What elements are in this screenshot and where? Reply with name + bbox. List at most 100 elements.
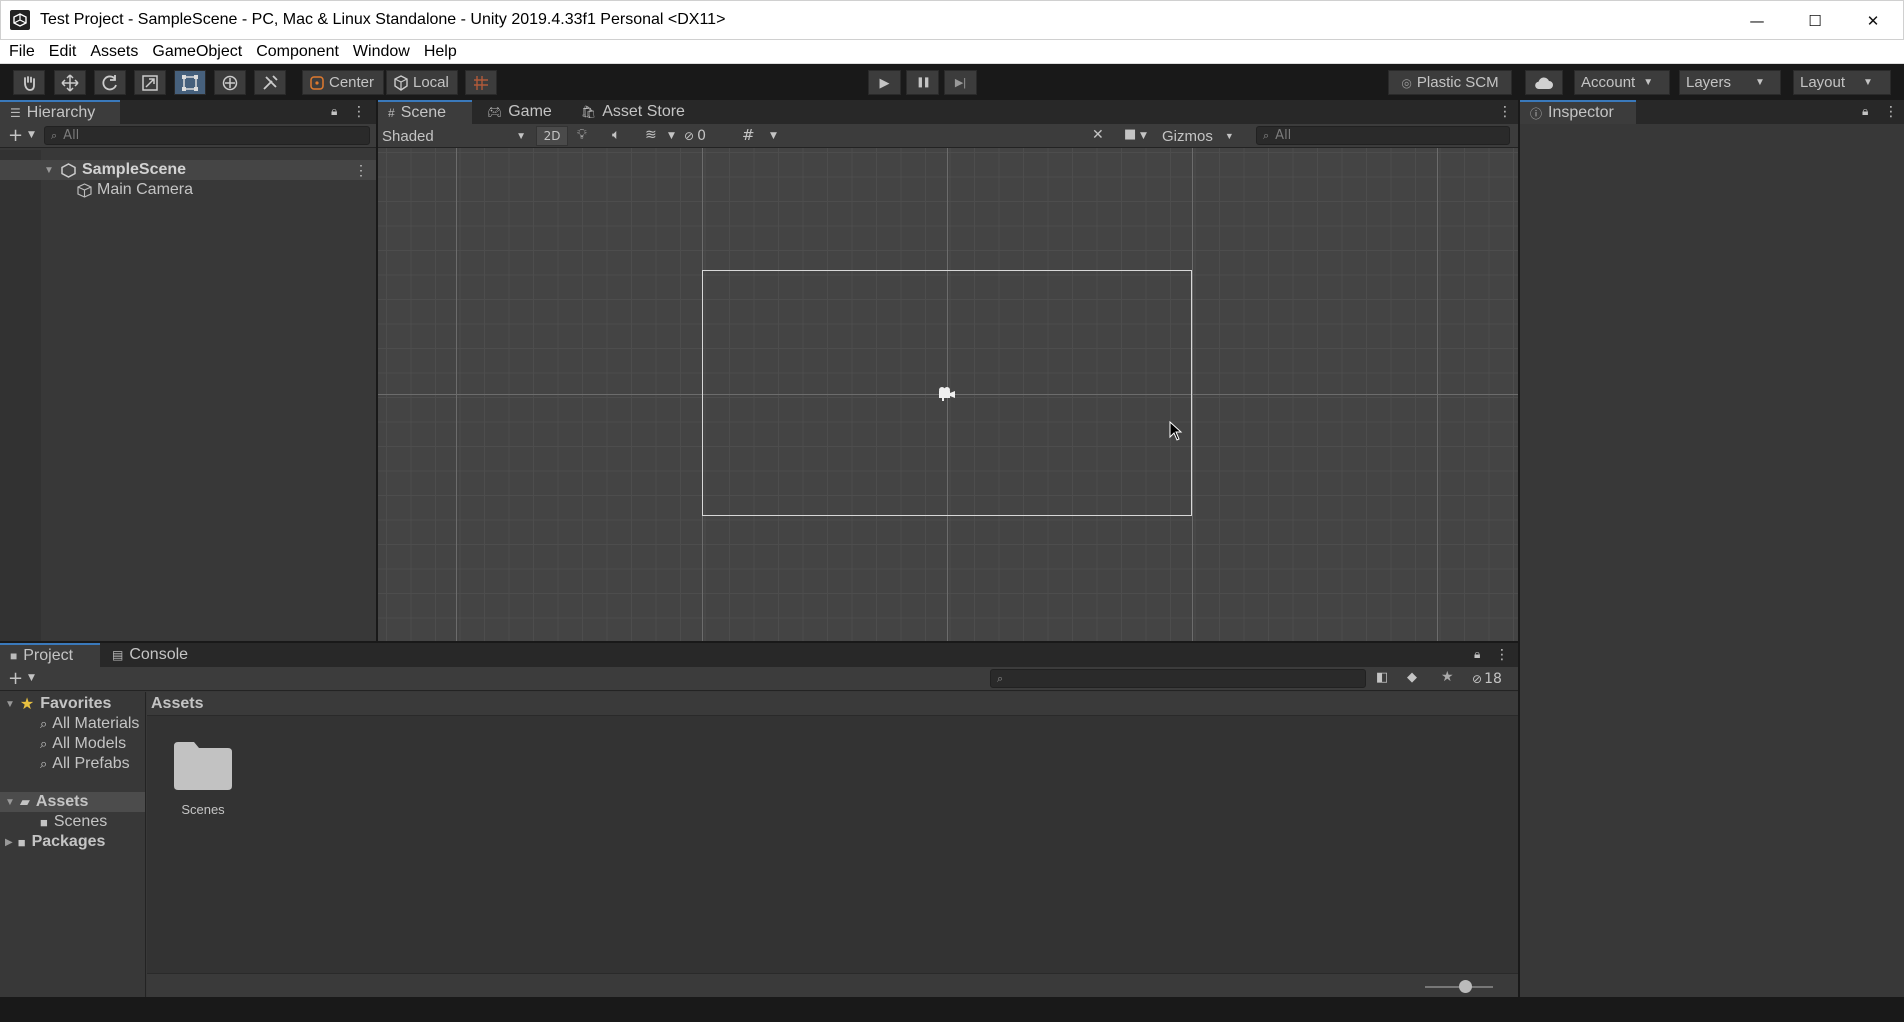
dropdown-arrow-icon[interactable]: ▼ [28, 130, 35, 140]
menu-assets[interactable]: Assets [83, 40, 145, 64]
favorite-item[interactable]: ⌕ All Materials [40, 714, 139, 734]
panel-menu-icon[interactable]: ⋮ [1495, 647, 1509, 663]
inspector-panel: ⓘ Inspector 🔒︎ ⋮ [1520, 100, 1904, 997]
lock-icon[interactable]: 🔒︎ [1862, 104, 1868, 119]
dropdown-arrow-icon[interactable]: ▼ [668, 131, 675, 141]
effects-layers-icon[interactable]: ≋ [645, 127, 657, 143]
pivot-center-toggle[interactable]: Center [302, 70, 384, 95]
layout-dropdown[interactable]: Layout ▼ [1793, 70, 1891, 95]
audio-speaker-icon[interactable]: 🔈︎ [612, 127, 620, 143]
cloud-button[interactable] [1525, 70, 1563, 95]
scene-menu-icon[interactable]: ⋮ [354, 162, 368, 179]
lock-icon[interactable]: 🔒︎ [1474, 647, 1480, 662]
collapse-arrow-icon[interactable]: ▶ [5, 837, 13, 848]
pivot-space-toggle[interactable]: Local [386, 70, 458, 95]
tab-inspector[interactable]: ⓘ Inspector [1520, 100, 1636, 124]
local-space-icon [394, 74, 408, 91]
hierarchy-list-icon: ☰ [10, 106, 21, 120]
expand-arrow-icon[interactable]: ▼ [5, 699, 15, 710]
move-tool-icon [61, 73, 79, 92]
menu-file[interactable]: File [0, 40, 42, 64]
menu-gameobject[interactable]: GameObject [145, 40, 249, 64]
gizmos-dropdown[interactable]: Gizmos ▼ [1162, 126, 1234, 146]
favorites-row[interactable]: ▼ ★ Favorites [0, 694, 111, 714]
menu-help[interactable]: Help [417, 40, 464, 64]
layers-dropdown[interactable]: Layers ▼ [1679, 70, 1781, 95]
shading-mode-dropdown[interactable]: Shaded ▼ [382, 126, 530, 146]
account-dropdown[interactable]: Account ▼ [1574, 70, 1670, 95]
plastic-scm-button[interactable]: ◎ Plastic SCM [1388, 70, 1512, 95]
hidden-packages-toggle[interactable]: ⊘ 18 [1472, 669, 1502, 689]
transform-tool-button[interactable] [214, 70, 246, 95]
dropdown-arrow-icon[interactable]: ▼ [28, 673, 35, 683]
project-search-input[interactable]: ⌕ [990, 669, 1366, 688]
create-plus-icon[interactable]: + [8, 668, 23, 689]
expand-arrow-icon[interactable]: ▼ [44, 165, 54, 176]
breadcrumb[interactable]: Assets [147, 692, 1518, 716]
panel-menu-icon[interactable]: ⋮ [352, 104, 366, 120]
create-plus-icon[interactable]: + [8, 125, 23, 146]
grid-visibility-icon[interactable]: # [742, 126, 755, 144]
close-button[interactable]: ✕ [1844, 1, 1902, 41]
minimize-icon: — [1749, 12, 1765, 30]
menu-component[interactable]: Component [249, 40, 346, 64]
project-tabstrip: ■ Project ▤ Console 🔒︎ ⋮ [0, 643, 1518, 667]
zoom-slider-thumb[interactable] [1459, 980, 1472, 993]
expand-arrow-icon[interactable]: ▼ [5, 797, 15, 808]
scene-view-panel: # Scene 🎮︎ Game 🛍︎ Asset Store ⋮ Shaded … [378, 100, 1518, 641]
pivot-icon [310, 75, 324, 90]
lock-icon[interactable]: 🔒︎ [331, 104, 337, 119]
subfolder-label: Scenes [53, 813, 108, 830]
rotate-tool-button[interactable] [94, 70, 126, 95]
scene-viewport[interactable] [378, 148, 1518, 641]
tab-game[interactable]: 🎮︎ Game [477, 100, 562, 124]
scale-tool-button[interactable] [134, 70, 166, 95]
tab-console[interactable]: ▤ Console [102, 643, 198, 667]
maximize-button[interactable]: ☐ [1786, 1, 1844, 41]
favorite-item[interactable]: ⌕ All Prefabs [40, 754, 130, 774]
pause-button[interactable]: ❚❚ [906, 70, 939, 95]
2d-mode-toggle[interactable]: 2D [536, 126, 568, 146]
panel-menu-icon[interactable]: ⋮ [1884, 104, 1898, 120]
search-placeholder: All [1275, 128, 1292, 143]
search-icon: ⌕ [40, 756, 48, 771]
rect-tool-button[interactable] [174, 70, 206, 95]
favorite-item[interactable]: ⌕ All Models [40, 734, 126, 754]
move-tool-button[interactable] [54, 70, 86, 95]
tab-project[interactable]: ■ Project [0, 643, 100, 667]
favorite-star-icon[interactable]: ★ [1441, 669, 1454, 685]
mouse-cursor-icon [1169, 421, 1183, 441]
hierarchy-item[interactable]: Main Camera [0, 180, 376, 200]
minimize-button[interactable]: — [1728, 1, 1786, 41]
panel-menu-icon[interactable]: ⋮ [1498, 104, 1512, 120]
lightbulb-icon[interactable]: 💡︎ [577, 127, 587, 143]
asset-grid-item[interactable]: Scenes [161, 738, 245, 817]
packages-folder-row[interactable]: ▶ ■ Packages [0, 832, 105, 852]
subfolder-row[interactable]: ■ Scenes [40, 812, 107, 832]
hidden-objects-toggle[interactable]: ⊘ 0 [684, 126, 722, 146]
dropdown-arrow-icon[interactable]: ▼ [1140, 131, 1147, 141]
tools-icon[interactable]: ✕ [1092, 127, 1104, 143]
hierarchy-search-input[interactable]: ⌕ All [44, 126, 370, 145]
menu-window[interactable]: Window [346, 40, 417, 64]
hand-tool-button[interactable] [13, 70, 45, 95]
play-button[interactable]: ▶ [868, 70, 901, 95]
menu-edit[interactable]: Edit [42, 40, 84, 64]
tab-hierarchy[interactable]: ☰ Hierarchy [0, 100, 120, 124]
tab-label: Scene [400, 104, 447, 121]
scene-row[interactable]: ▼ SampleScene ⋮ [0, 160, 376, 180]
filter-by-type-icon[interactable]: ◧ [1376, 670, 1388, 685]
dropdown-arrow-icon[interactable]: ▼ [770, 131, 777, 141]
camera-icon[interactable]: ■ [1124, 127, 1136, 142]
custom-tool-button[interactable] [254, 70, 286, 95]
filter-by-label-icon[interactable]: ◆ [1407, 670, 1417, 685]
tab-asset-store[interactable]: 🛍︎ Asset Store [571, 100, 695, 124]
step-button[interactable]: ▶| [944, 70, 977, 95]
camera-gizmo-icon[interactable] [936, 385, 958, 403]
scene-search-input[interactable]: ⌕ All [1256, 126, 1510, 145]
tab-scene[interactable]: # Scene [378, 100, 472, 124]
grid-snap-button[interactable] [465, 70, 497, 95]
assets-folder-row[interactable]: ▼ ▰ Assets [0, 792, 145, 812]
dropdown-arrow-icon: ▼ [1224, 131, 1234, 141]
project-subbar: + ▼ ⌕ ◧ ◆ ★ ⊘ 18 [0, 667, 1518, 691]
